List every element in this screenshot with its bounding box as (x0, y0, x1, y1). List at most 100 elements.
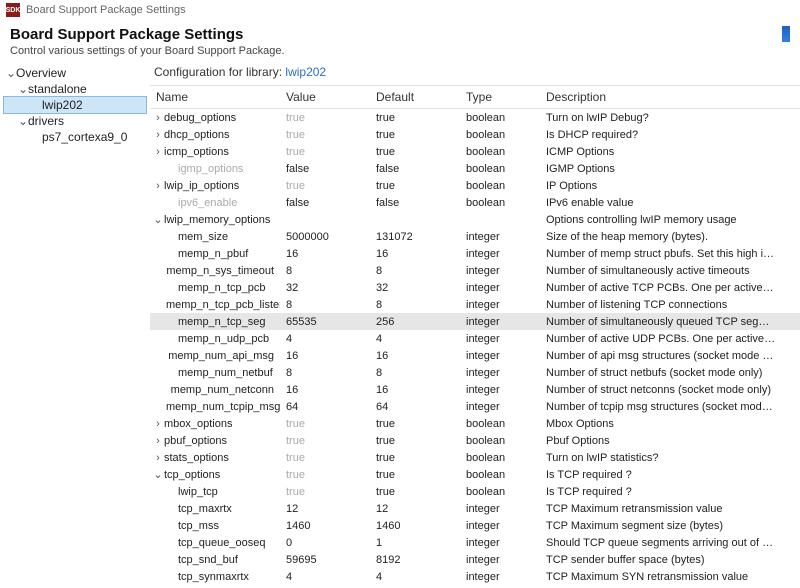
setting-name: lwip_tcp (178, 486, 218, 498)
table-row[interactable]: memp_n_sys_timeout88integerNumber of sim… (150, 262, 800, 279)
setting-type: integer (460, 247, 540, 261)
page-subtitle: Control various settings of your Board S… (10, 45, 285, 57)
col-name[interactable]: Name (150, 86, 280, 108)
table-row[interactable]: ›icmp_optionstruetruebooleanICMP Options (150, 143, 800, 160)
expand-icon[interactable]: ⌄ (152, 213, 164, 226)
table-row[interactable]: ⌄tcp_optionstruetruebooleanIs TCP requir… (150, 466, 800, 483)
setting-default: 32 (370, 281, 460, 295)
col-type[interactable]: Type (460, 86, 540, 108)
table-row[interactable]: tcp_snd_buf596958192integerTCP sender bu… (150, 551, 800, 568)
setting-value[interactable]: 59695 (280, 553, 370, 567)
setting-value[interactable]: 16 (280, 349, 370, 363)
table-row[interactable]: igmp_optionsfalsefalsebooleanIGMP Option… (150, 160, 800, 177)
setting-value[interactable]: 8 (280, 366, 370, 380)
expand-icon[interactable]: › (152, 418, 164, 430)
expand-icon[interactable]: › (152, 129, 164, 141)
table-row[interactable]: lwip_tcptruetruebooleanIs TCP required ? (150, 483, 800, 500)
setting-value[interactable]: 32 (280, 281, 370, 295)
table-row[interactable]: memp_num_netbuf88integerNumber of struct… (150, 364, 800, 381)
setting-value[interactable]: 16 (280, 247, 370, 261)
setting-default: 16 (370, 383, 460, 397)
expand-icon[interactable]: › (152, 112, 164, 124)
setting-value[interactable]: 8 (280, 298, 370, 312)
setting-value[interactable]: true (280, 468, 370, 482)
setting-type: integer (460, 570, 540, 584)
setting-value[interactable]: false (280, 162, 370, 176)
col-default[interactable]: Default (370, 86, 460, 108)
table-row[interactable]: memp_n_tcp_pcb3232integerNumber of activ… (150, 279, 800, 296)
setting-type: boolean (460, 451, 540, 465)
tree-ps7cortexa90[interactable]: ps7_cortexa9_0 (4, 129, 146, 145)
col-value[interactable]: Value (280, 86, 370, 108)
table-row[interactable]: memp_num_tcpip_msg6464integerNumber of t… (150, 398, 800, 415)
chevron-down-icon: ⌄ (18, 82, 28, 96)
setting-value[interactable]: true (280, 485, 370, 499)
setting-value[interactable]: 4 (280, 570, 370, 584)
setting-desc: Pbuf Options (540, 434, 782, 448)
setting-value[interactable]: 5000000 (280, 230, 370, 244)
setting-value[interactable]: 16 (280, 383, 370, 397)
setting-value[interactable]: true (280, 417, 370, 431)
col-extra[interactable] (782, 86, 800, 108)
setting-value[interactable]: 12 (280, 502, 370, 516)
expand-icon[interactable]: ⌄ (152, 468, 164, 481)
expand-icon[interactable]: › (152, 452, 164, 464)
table-row[interactable]: memp_num_api_msg1616integerNumber of api… (150, 347, 800, 364)
expand-icon[interactable]: › (152, 180, 164, 192)
table-row[interactable]: memp_n_pbuf1616integerNumber of memp str… (150, 245, 800, 262)
setting-value[interactable]: true (280, 111, 370, 125)
table-row[interactable]: memp_n_udp_pcb44integerNumber of active … (150, 330, 800, 347)
table-row[interactable]: tcp_synmaxrtx44integerTCP Maximum SYN re… (150, 568, 800, 585)
table-row[interactable]: ⌄lwip_memory_optionsOptions controlling … (150, 211, 800, 228)
setting-type: boolean (460, 128, 540, 142)
setting-type: integer (460, 281, 540, 295)
setting-value[interactable]: true (280, 145, 370, 159)
table-row[interactable]: tcp_mss14601460integerTCP Maximum segmen… (150, 517, 800, 534)
table-row[interactable]: ipv6_enablefalsefalsebooleanIPv6 enable … (150, 194, 800, 211)
setting-desc: Number of simultaneously queued TCP segm… (540, 315, 782, 329)
setting-name: memp_num_api_msg (168, 350, 274, 362)
table-row[interactable]: memp_n_tcp_seg65535256integerNumber of s… (150, 313, 800, 330)
setting-value[interactable]: true (280, 128, 370, 142)
tree-overview[interactable]: ⌄Overview (4, 65, 146, 81)
expand-icon[interactable]: › (152, 435, 164, 447)
setting-value[interactable]: true (280, 451, 370, 465)
tree-drivers[interactable]: ⌄drivers (4, 113, 146, 129)
tree-lwip202[interactable]: lwip202 (4, 97, 146, 113)
setting-desc: TCP TTL value (540, 587, 782, 588)
table-row[interactable]: ›stats_optionstruetruebooleanTurn on lwI… (150, 449, 800, 466)
setting-value[interactable]: 64 (280, 400, 370, 414)
table-row[interactable]: ›pbuf_optionstruetruebooleanPbuf Options (150, 432, 800, 449)
table-row[interactable]: memp_num_netconn1616integerNumber of str… (150, 381, 800, 398)
setting-type: boolean (460, 196, 540, 210)
table-row[interactable]: ›mbox_optionstruetruebooleanMbox Options (150, 415, 800, 432)
col-desc[interactable]: Description (540, 86, 782, 108)
setting-value[interactable]: 1460 (280, 519, 370, 533)
setting-type: integer (460, 264, 540, 278)
setting-desc: ICMP Options (540, 145, 782, 159)
setting-value[interactable]: 65535 (280, 315, 370, 329)
app-icon: SDK (6, 3, 20, 17)
setting-desc: Number of struct netconns (socket mode o… (540, 383, 782, 397)
setting-value[interactable]: 255 (280, 587, 370, 588)
tree-standalone[interactable]: ⌄standalone (4, 81, 146, 97)
setting-value[interactable]: 4 (280, 332, 370, 346)
setting-value[interactable]: true (280, 434, 370, 448)
table-row[interactable]: ›debug_optionstruetruebooleanTurn on lwI… (150, 109, 800, 126)
setting-value[interactable]: true (280, 179, 370, 193)
table-row[interactable]: tcp_ttl255255integerTCP TTL value (150, 585, 800, 587)
table-row[interactable]: memp_n_tcp_pcb_listen88integerNumber of … (150, 296, 800, 313)
setting-desc: Number of memp struct pbufs. Set this hi… (540, 247, 782, 261)
setting-value[interactable]: 0 (280, 536, 370, 550)
table-row[interactable]: tcp_queue_ooseq01integerShould TCP queue… (150, 534, 800, 551)
setting-value[interactable]: 8 (280, 264, 370, 278)
expand-icon[interactable]: › (152, 146, 164, 158)
table-row[interactable]: ›dhcp_optionstruetruebooleanIs DHCP requ… (150, 126, 800, 143)
setting-default: 16 (370, 247, 460, 261)
setting-value[interactable]: false (280, 196, 370, 210)
table-row[interactable]: ›lwip_ip_optionstruetruebooleanIP Option… (150, 177, 800, 194)
setting-value[interactable] (280, 219, 370, 221)
setting-desc: TCP sender buffer space (bytes) (540, 553, 782, 567)
table-row[interactable]: tcp_maxrtx1212integerTCP Maximum retrans… (150, 500, 800, 517)
table-row[interactable]: mem_size5000000131072integerSize of the … (150, 228, 800, 245)
